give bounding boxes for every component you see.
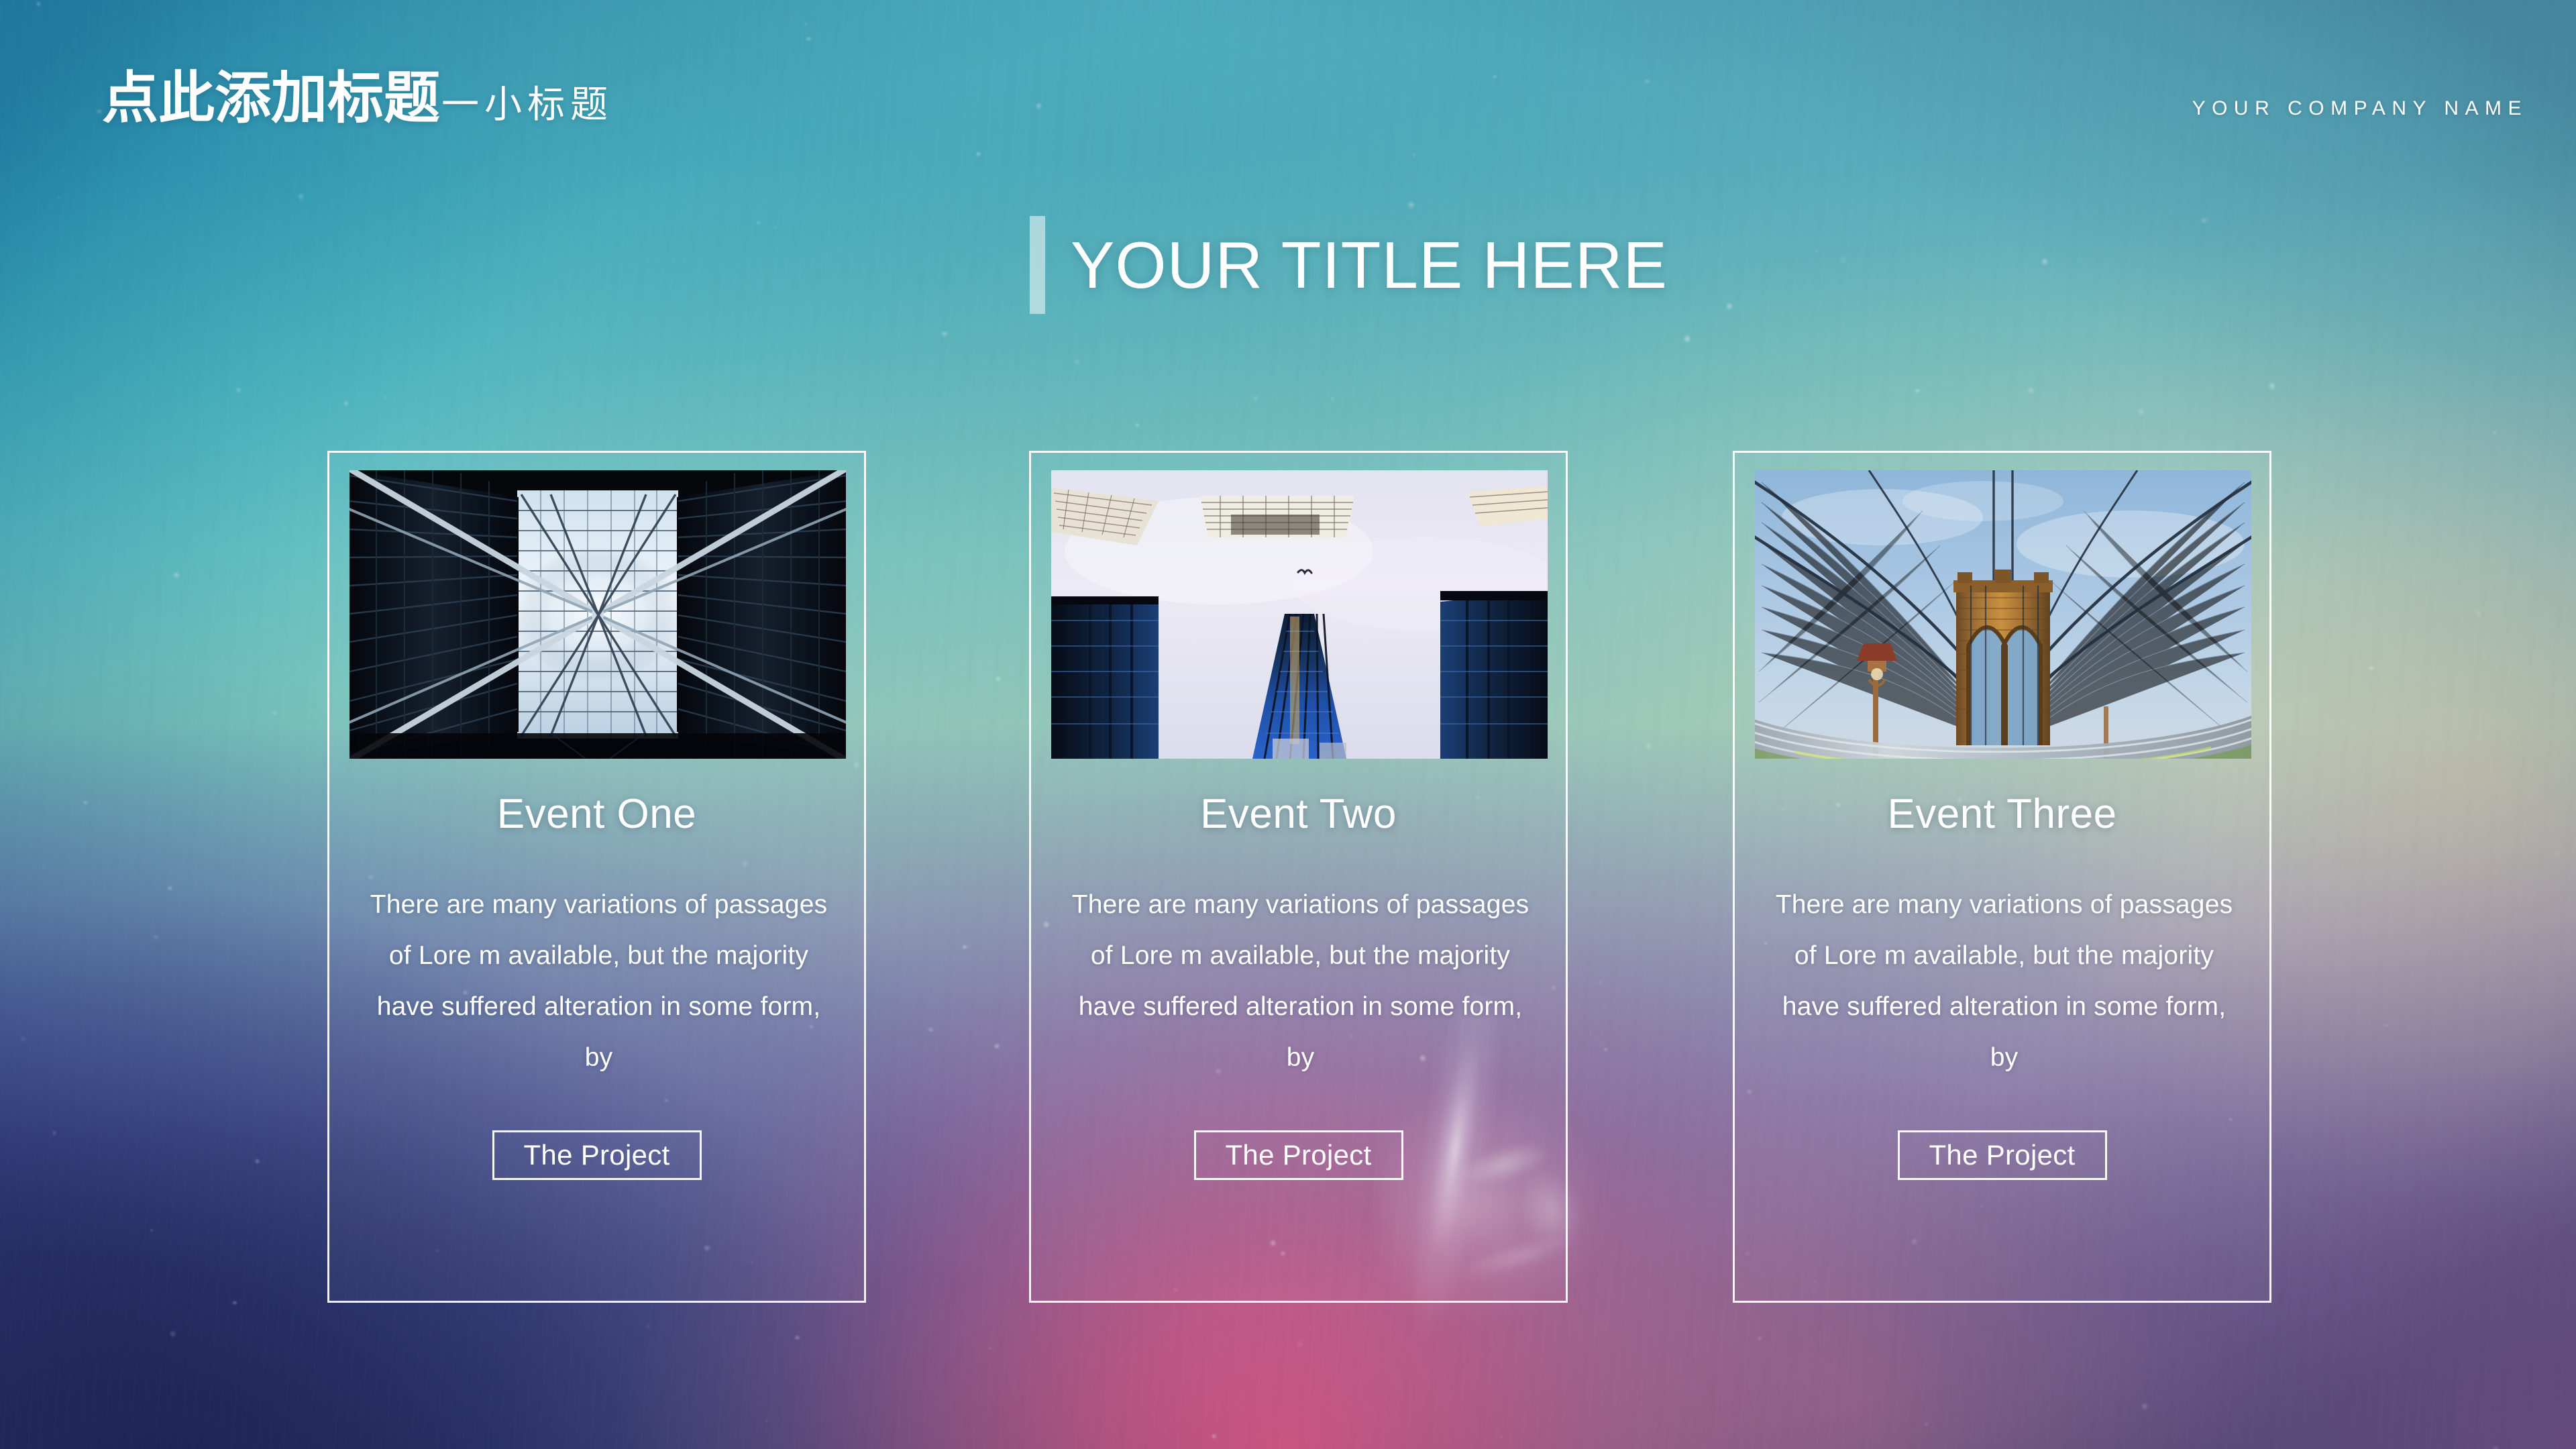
brand-title-main: 点此添加标题: [102, 66, 441, 129]
card-heading: Event Three: [1887, 791, 2117, 837]
card-body-text: There are many variations of passages of…: [1775, 890, 2233, 1072]
card-body-text: There are many variations of passages of…: [1071, 890, 1529, 1072]
slide-root: 点此添加标题 一小标题 YOUR COMPANY NAME YOUR TITLE…: [0, 0, 2576, 1449]
card-row: Event One There are many variations of p…: [0, 451, 2576, 1303]
event-card[interactable]: Event One There are many variations of p…: [327, 451, 866, 1303]
event-card[interactable]: Event Two There are many variations of p…: [1029, 451, 1568, 1303]
title-accent-bar: [1030, 216, 1045, 314]
company-name: YOUR COMPANY NAME: [2192, 97, 2528, 119]
card-heading: Event Two: [1200, 791, 1397, 837]
the-project-button[interactable]: The Project: [492, 1130, 702, 1180]
card-heading: Event One: [496, 791, 697, 837]
card-body-text: There are many variations of passages of…: [370, 890, 828, 1072]
card-image-skyscrapers: [1051, 470, 1548, 759]
card-image-brooklyn-bridge: [1755, 470, 2251, 759]
brand-title: 点此添加标题 一小标题: [102, 70, 613, 126]
event-card[interactable]: Event Three There are many variations of…: [1733, 451, 2271, 1303]
brand-title-subtitle: 一小标题: [441, 83, 614, 125]
the-project-button[interactable]: The Project: [1897, 1130, 2107, 1180]
section-title-block: YOUR TITLE HERE: [1030, 216, 1668, 314]
the-project-button[interactable]: The Project: [1193, 1130, 1403, 1180]
page-title: YOUR TITLE HERE: [1071, 228, 1668, 302]
card-image-glass-atrium: [350, 470, 846, 759]
slide-header: 点此添加标题 一小标题 YOUR COMPANY NAME: [0, 0, 2576, 188]
